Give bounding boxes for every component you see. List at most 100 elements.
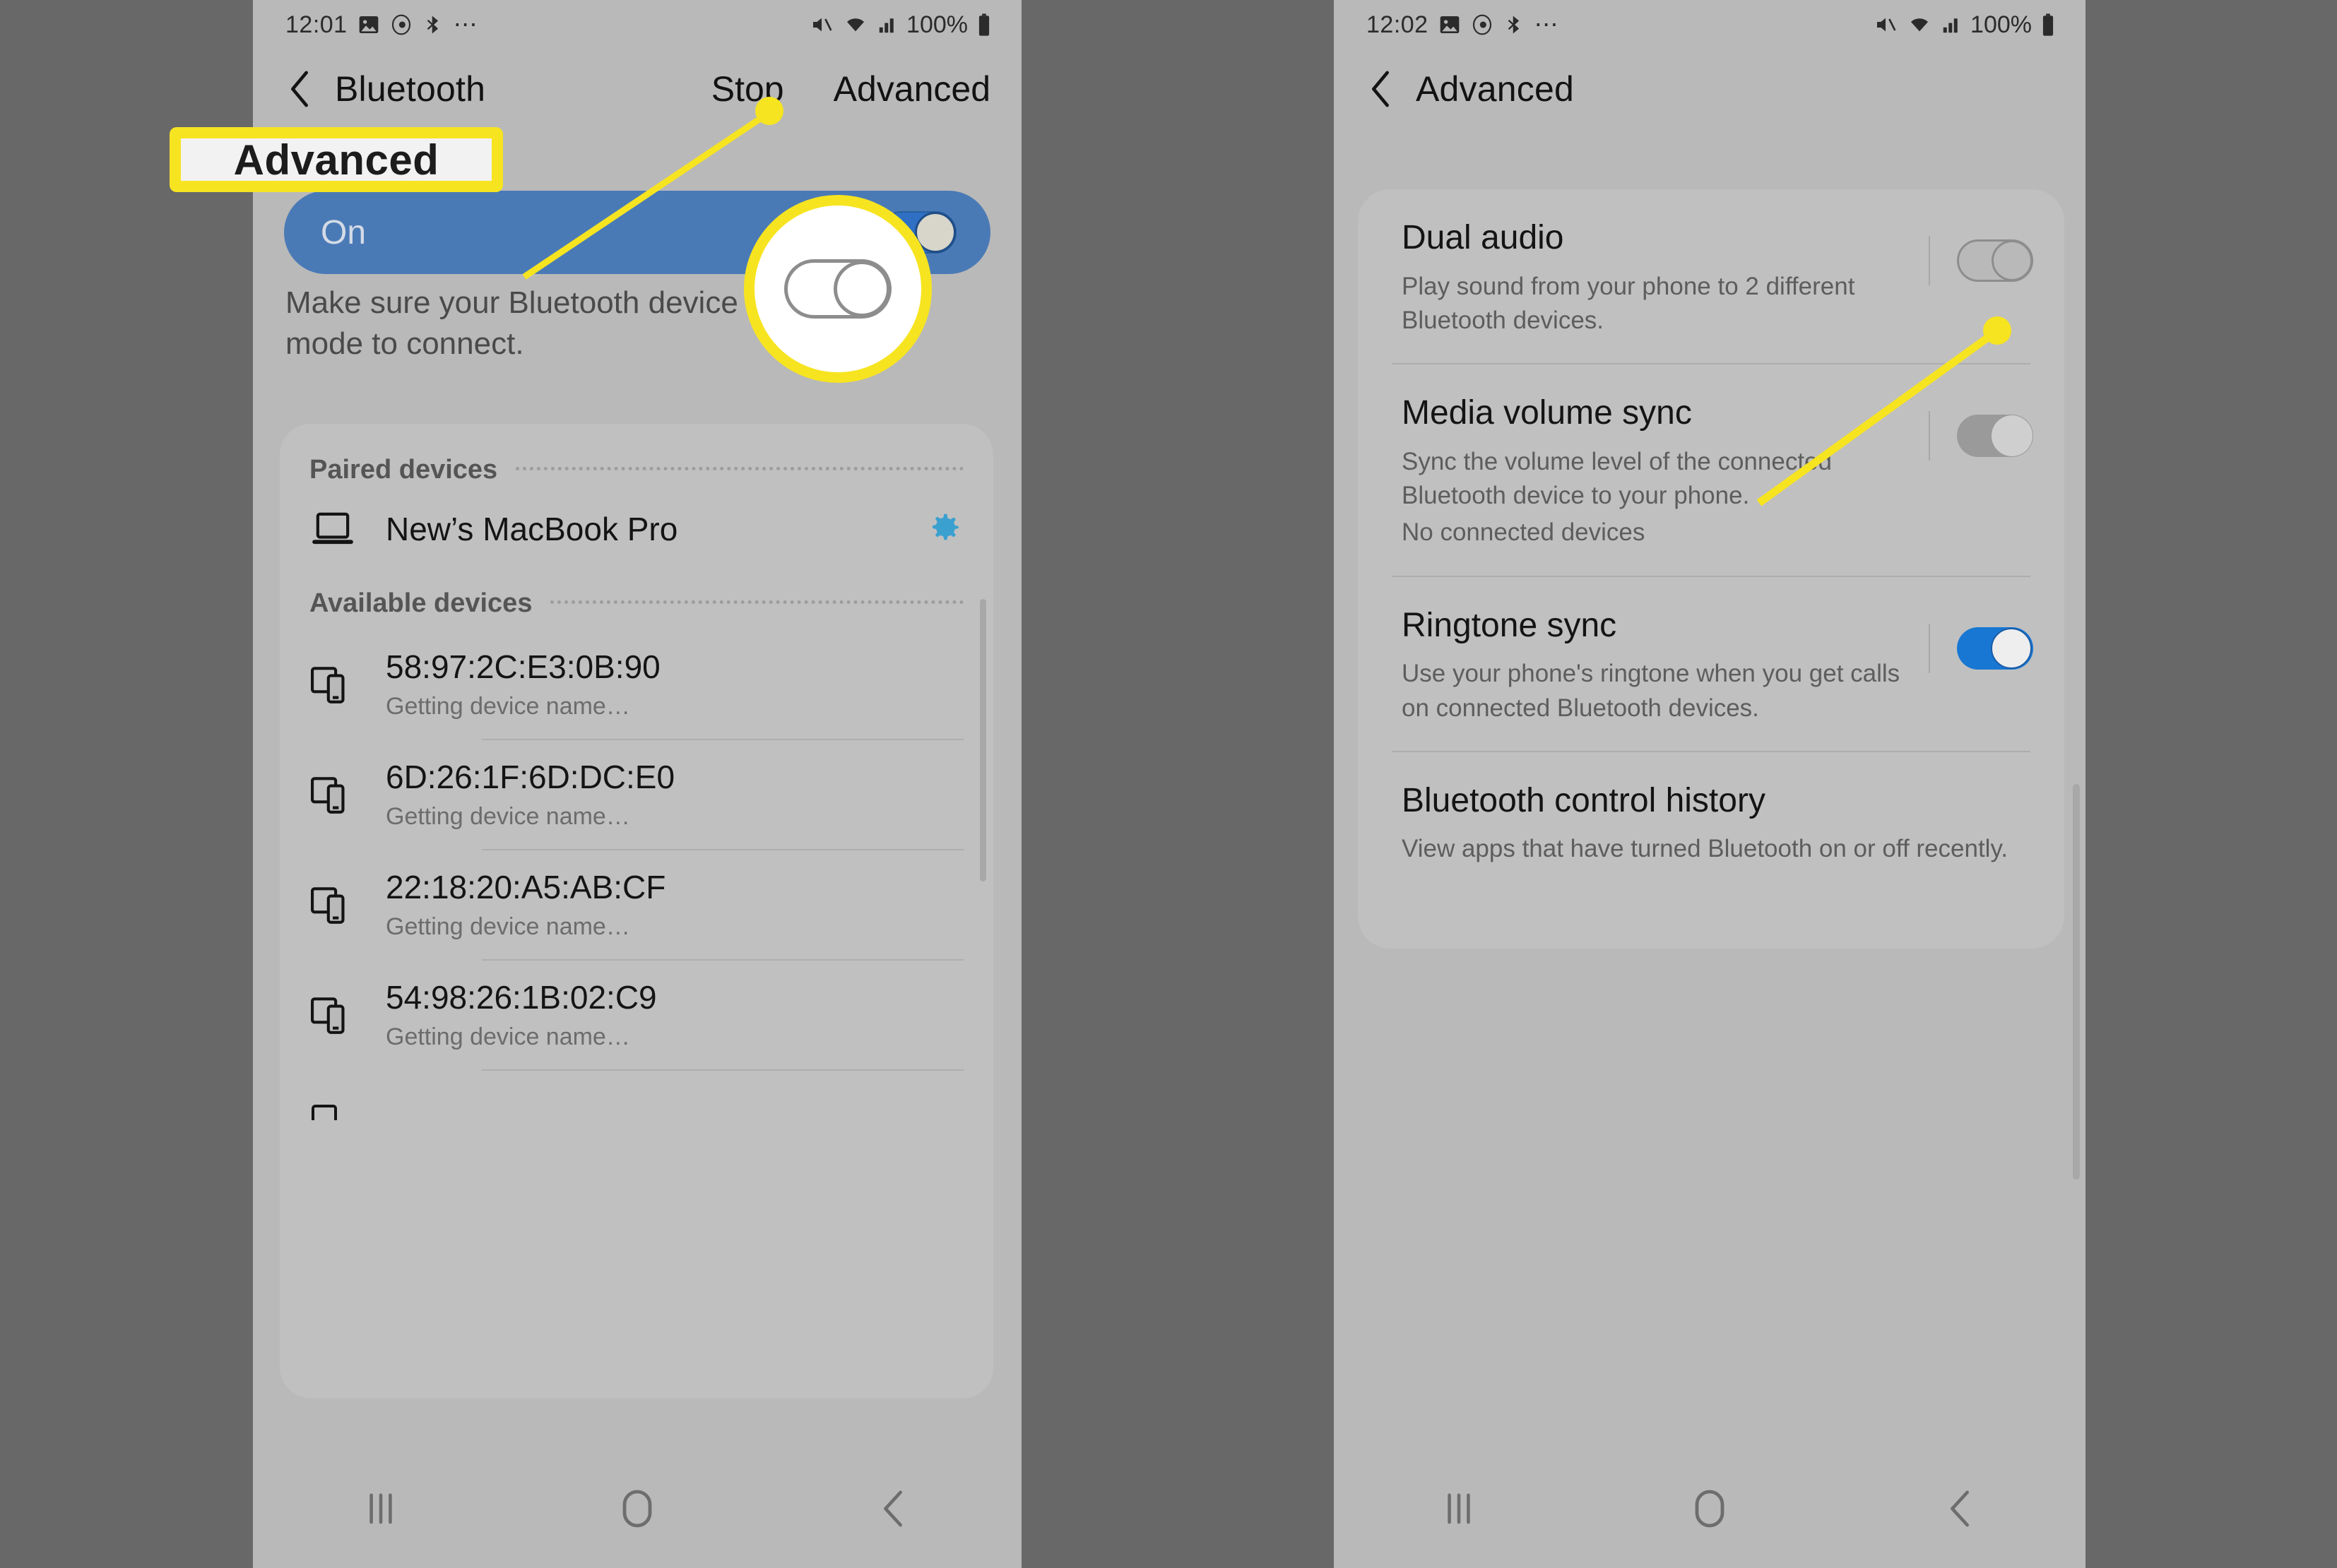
- row-divider: [482, 1069, 964, 1071]
- battery-percent: 100%: [1970, 11, 2032, 38]
- battery-percent: 100%: [906, 11, 968, 38]
- setting-ringtone-sync[interactable]: Ringtone sync Use your phone's ringtone …: [1358, 577, 2064, 751]
- setting-title: Media volume sync: [1402, 394, 1692, 432]
- wifi-icon: [1907, 13, 1932, 36]
- magnified-toggle-icon: [784, 259, 892, 319]
- recents-icon[interactable]: [1406, 1470, 1512, 1548]
- devices-icon: [311, 994, 366, 1035]
- list-item[interactable]: 54:98:26:1B:02:C9 Getting device name…: [280, 968, 993, 1062]
- devices-panel: Paired devices New’s MacBook Pro Availab…: [280, 424, 993, 1398]
- section-dotted-rule: [550, 600, 964, 604]
- device-address: 58:97:2C:E3:0B:90: [386, 648, 661, 685]
- devices-icon: [311, 664, 366, 705]
- more-dots-icon: ⋯: [1534, 11, 1561, 38]
- status-bar-right: 12:02 ⋯ 100%: [1334, 0, 2085, 49]
- back-icon[interactable]: [1907, 1470, 2013, 1548]
- eye-icon: [1471, 13, 1493, 36]
- back-chevron-icon[interactable]: [284, 71, 315, 107]
- device-status: Getting device name…: [386, 1023, 630, 1050]
- device-status: Getting device name…: [386, 802, 630, 830]
- setting-title: Ringtone sync: [1402, 606, 1617, 644]
- control-divider: [1929, 411, 1930, 461]
- setting-description: Play sound from your phone to 2 differen…: [1402, 272, 1855, 334]
- back-icon[interactable]: [841, 1470, 947, 1548]
- mute-icon: [809, 13, 834, 36]
- bluetooth-state-label: On: [321, 213, 367, 251]
- app-header-right: Advanced: [1334, 49, 2085, 129]
- image-icon: [357, 13, 380, 36]
- page-title: Bluetooth: [335, 69, 486, 109]
- panel-scrollbar[interactable]: [980, 599, 986, 881]
- list-item-partial[interactable]: [280, 1078, 993, 1146]
- bluetooth-audio-icon: [422, 13, 444, 36]
- system-nav-bar-left: [253, 1449, 1022, 1568]
- paired-devices-header: Paired devices: [280, 424, 993, 495]
- battery-icon: [976, 13, 992, 37]
- row-divider: [482, 848, 964, 850]
- setting-description: Use your phone's ringtone when you get c…: [1402, 660, 1900, 722]
- control-divider: [1929, 623, 1930, 673]
- app-header-left: Bluetooth Stop Advanced: [253, 49, 1022, 129]
- stop-scan-button[interactable]: Stop: [711, 69, 784, 109]
- gear-icon[interactable]: [923, 507, 964, 552]
- advanced-settings-card: Dual audio Play sound from your phone to…: [1358, 189, 2064, 949]
- laptop-icon: [311, 511, 366, 547]
- device-status: Getting device name…: [386, 913, 630, 940]
- screenshot-stage: 12:01 ⋯ 100% Bluetooth Stop Advanced On …: [0, 0, 2337, 1568]
- status-bar-left: 12:01 ⋯ 100%: [253, 0, 1022, 49]
- available-devices-title: Available devices: [309, 588, 533, 618]
- home-icon[interactable]: [584, 1470, 690, 1548]
- devices-icon: [311, 884, 366, 925]
- device-address: 6D:26:1F:6D:DC:E0: [386, 758, 675, 795]
- more-dots-icon: ⋯: [453, 11, 480, 38]
- device-address: 54:98:26:1B:02:C9: [386, 978, 657, 1016]
- control-divider: [1929, 236, 1930, 285]
- setting-dual-audio[interactable]: Dual audio Play sound from your phone to…: [1358, 189, 2064, 363]
- wifi-icon: [843, 13, 868, 36]
- setting-title: Dual audio: [1402, 219, 1564, 256]
- setting-extra: No connected devices: [1402, 518, 1645, 547]
- callout-label: Advanced: [233, 136, 439, 184]
- panel-scrollbar[interactable]: [2073, 784, 2080, 1180]
- device-address: 22:18:20:A5:AB:CF: [386, 868, 666, 905]
- available-devices-header: Available devices: [280, 563, 993, 629]
- mute-icon: [1873, 13, 1898, 36]
- setting-media-volume-sync[interactable]: Media volume sync Sync the volume level …: [1358, 364, 2064, 575]
- home-icon[interactable]: [1657, 1470, 1763, 1548]
- page-title: Advanced: [1416, 69, 1574, 109]
- back-chevron-icon[interactable]: [1365, 71, 1396, 107]
- paired-device-name: New’s MacBook Pro: [386, 510, 678, 547]
- devices-icon: [311, 774, 366, 815]
- device-status: Getting device name…: [386, 692, 630, 720]
- section-dotted-rule: [516, 467, 964, 470]
- signal-icon: [877, 13, 898, 36]
- setting-description: View apps that have turned Bluetooth on …: [1402, 835, 2008, 863]
- status-time: 12:02: [1366, 11, 1428, 38]
- row-divider: [482, 958, 964, 961]
- media-volume-sync-toggle[interactable]: [1957, 415, 2033, 458]
- setting-title: Bluetooth control history: [1402, 781, 1765, 819]
- list-item[interactable]: 58:97:2C:E3:0B:90 Getting device name…: [280, 629, 993, 732]
- magnifier-media-volume-toggle: [744, 195, 932, 383]
- signal-icon: [1941, 13, 1962, 36]
- dual-audio-toggle[interactable]: [1957, 239, 2033, 282]
- status-time: 12:01: [285, 11, 348, 38]
- paired-device-row[interactable]: New’s MacBook Pro: [280, 495, 993, 563]
- image-icon: [1438, 13, 1461, 36]
- ringtone-sync-toggle[interactable]: [1957, 626, 2033, 670]
- eye-icon: [390, 13, 413, 36]
- recents-icon[interactable]: [328, 1470, 434, 1548]
- phone-screen-advanced: 12:02 ⋯ 100% Advanced Dual audio Play so…: [1334, 0, 2085, 1568]
- setting-description: Sync the volume level of the connected B…: [1402, 447, 1832, 510]
- callout-advanced: Advanced: [170, 127, 503, 192]
- advanced-header-action[interactable]: Advanced: [834, 69, 990, 109]
- list-item[interactable]: 22:18:20:A5:AB:CF Getting device name…: [280, 857, 993, 952]
- paired-devices-title: Paired devices: [309, 455, 498, 485]
- devices-icon: [311, 1102, 366, 1120]
- row-divider: [482, 738, 964, 740]
- system-nav-bar-right: [1334, 1449, 2085, 1568]
- list-item[interactable]: 6D:26:1F:6D:DC:E0 Getting device name…: [280, 747, 993, 842]
- battery-icon: [2040, 13, 2056, 37]
- setting-bluetooth-control-history[interactable]: Bluetooth control history View apps that…: [1358, 752, 2064, 892]
- bluetooth-audio-icon: [1503, 13, 1525, 36]
